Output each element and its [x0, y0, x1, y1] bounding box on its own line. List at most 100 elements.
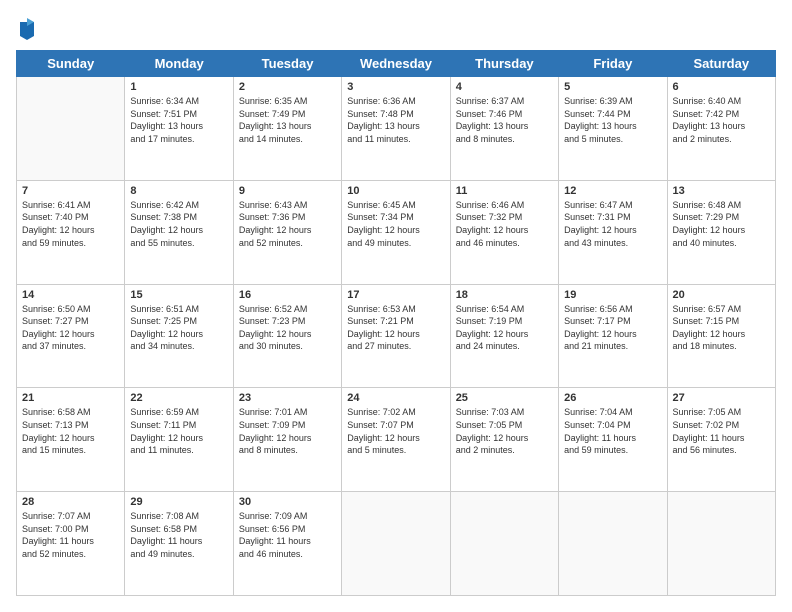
day-header-thursday: Thursday: [450, 51, 558, 77]
day-content: Sunrise: 6:35 AMSunset: 7:49 PMDaylight:…: [239, 95, 336, 145]
calendar-cell: 25 Sunrise: 7:03 AMSunset: 7:05 PMDayligh…: [450, 388, 558, 492]
calendar-cell: 23 Sunrise: 7:01 AMSunset: 7:09 PMDayligh…: [233, 388, 341, 492]
calendar-cell: 1 Sunrise: 6:34 AMSunset: 7:51 PMDaylight…: [125, 77, 233, 181]
day-content: Sunrise: 7:07 AMSunset: 7:00 PMDaylight:…: [22, 510, 119, 560]
day-content: Sunrise: 6:46 AMSunset: 7:32 PMDaylight:…: [456, 199, 553, 249]
day-number: 18: [456, 289, 553, 301]
calendar-cell: 17 Sunrise: 6:53 AMSunset: 7:21 PMDayligh…: [342, 284, 450, 388]
calendar-cell: 27 Sunrise: 7:05 AMSunset: 7:02 PMDayligh…: [667, 388, 775, 492]
day-header-tuesday: Tuesday: [233, 51, 341, 77]
day-content: Sunrise: 7:05 AMSunset: 7:02 PMDaylight:…: [673, 406, 770, 456]
day-number: 29: [130, 496, 227, 508]
day-content: Sunrise: 7:08 AMSunset: 6:58 PMDaylight:…: [130, 510, 227, 560]
day-content: Sunrise: 7:01 AMSunset: 7:09 PMDaylight:…: [239, 406, 336, 456]
day-header-wednesday: Wednesday: [342, 51, 450, 77]
day-number: 27: [673, 392, 770, 404]
day-content: Sunrise: 7:02 AMSunset: 7:07 PMDaylight:…: [347, 406, 444, 456]
calendar-cell: [342, 492, 450, 596]
day-number: 6: [673, 81, 770, 93]
calendar-cell: 4Sunrise: 6:37 AMSunset: 7:46 PMDaylight…: [450, 77, 558, 181]
calendar-cell: 3Sunrise: 6:36 AMSunset: 7:48 PMDaylight…: [342, 77, 450, 181]
day-content: Sunrise: 6:47 AMSunset: 7:31 PMDaylight:…: [564, 199, 661, 249]
calendar-cell: 15Sunrise: 6:51 AMSunset: 7:25 PMDayligh…: [125, 284, 233, 388]
day-number: 8: [130, 185, 227, 197]
header: [16, 16, 776, 40]
calendar-cell: 10 Sunrise: 6:45 AMSunset: 7:34 PMDayligh…: [342, 180, 450, 284]
day-number: 1: [130, 81, 227, 93]
day-content: Sunrise: 6:59 AMSunset: 7:11 PMDaylight:…: [130, 406, 227, 456]
calendar-cell: 11 Sunrise: 6:46 AMSunset: 7:32 PMDayligh…: [450, 180, 558, 284]
calendar-cell: 29 Sunrise: 7:08 AMSunset: 6:58 PMDayligh…: [125, 492, 233, 596]
calendar-cell: [17, 77, 125, 181]
day-number: 13: [673, 185, 770, 197]
day-content: Sunrise: 6:48 AMSunset: 7:29 PMDaylight:…: [673, 199, 770, 249]
logo-icon: [18, 18, 36, 40]
calendar-cell: 20Sunrise: 6:57 AMSunset: 7:15 PMDayligh…: [667, 284, 775, 388]
calendar-cell: 26 Sunrise: 7:04 AMSunset: 7:04 PMDayligh…: [559, 388, 667, 492]
calendar-cell: [559, 492, 667, 596]
day-number: 9: [239, 185, 336, 197]
day-content: Sunrise: 6:39 AMSunset: 7:44 PMDaylight:…: [564, 95, 661, 145]
day-header-sunday: Sunday: [17, 51, 125, 77]
day-content: Sunrise: 6:54 AMSunset: 7:19 PMDaylight:…: [456, 303, 553, 353]
calendar-cell: 19Sunrise: 6:56 AMSunset: 7:17 PMDayligh…: [559, 284, 667, 388]
calendar-cell: 6 Sunrise: 6:40 AMSunset: 7:42 PMDaylight…: [667, 77, 775, 181]
calendar-cell: 21 Sunrise: 6:58 AMSunset: 7:13 PMDayligh…: [17, 388, 125, 492]
calendar-week-4: 21 Sunrise: 6:58 AMSunset: 7:13 PMDayligh…: [17, 388, 776, 492]
calendar-week-3: 14 Sunrise: 6:50 AMSunset: 7:27 PMDayligh…: [17, 284, 776, 388]
calendar-cell: [450, 492, 558, 596]
day-content: Sunrise: 7:04 AMSunset: 7:04 PMDaylight:…: [564, 406, 661, 456]
calendar-cell: 16Sunrise: 6:52 AMSunset: 7:23 PMDayligh…: [233, 284, 341, 388]
day-number: 19: [564, 289, 661, 301]
calendar-cell: [667, 492, 775, 596]
day-number: 4: [456, 81, 553, 93]
day-number: 30: [239, 496, 336, 508]
day-content: Sunrise: 6:42 AMSunset: 7:38 PMDaylight:…: [130, 199, 227, 249]
day-content: Sunrise: 6:36 AMSunset: 7:48 PMDaylight:…: [347, 95, 444, 145]
calendar-cell: 5 Sunrise: 6:39 AMSunset: 7:44 PMDaylight…: [559, 77, 667, 181]
day-content: Sunrise: 6:41 AMSunset: 7:40 PMDaylight:…: [22, 199, 119, 249]
calendar-cell: 22Sunrise: 6:59 AMSunset: 7:11 PMDayligh…: [125, 388, 233, 492]
day-header-saturday: Saturday: [667, 51, 775, 77]
day-content: Sunrise: 6:58 AMSunset: 7:13 PMDaylight:…: [22, 406, 119, 456]
calendar-cell: 30 Sunrise: 7:09 AMSunset: 6:56 PMDayligh…: [233, 492, 341, 596]
calendar-cell: 2 Sunrise: 6:35 AMSunset: 7:49 PMDaylight…: [233, 77, 341, 181]
day-content: Sunrise: 6:50 AMSunset: 7:27 PMDaylight:…: [22, 303, 119, 353]
calendar-week-5: 28 Sunrise: 7:07 AMSunset: 7:00 PMDayligh…: [17, 492, 776, 596]
page: SundayMondayTuesdayWednesdayThursdayFrid…: [0, 0, 792, 612]
day-number: 14: [22, 289, 119, 301]
day-number: 12: [564, 185, 661, 197]
calendar-cell: 8 Sunrise: 6:42 AMSunset: 7:38 PMDaylight…: [125, 180, 233, 284]
calendar-cell: 18 Sunrise: 6:54 AMSunset: 7:19 PMDayligh…: [450, 284, 558, 388]
day-content: Sunrise: 6:45 AMSunset: 7:34 PMDaylight:…: [347, 199, 444, 249]
calendar-week-1: 1 Sunrise: 6:34 AMSunset: 7:51 PMDaylight…: [17, 77, 776, 181]
day-number: 26: [564, 392, 661, 404]
day-content: Sunrise: 7:09 AMSunset: 6:56 PMDaylight:…: [239, 510, 336, 560]
day-number: 21: [22, 392, 119, 404]
day-number: 25: [456, 392, 553, 404]
day-number: 7: [22, 185, 119, 197]
day-number: 16: [239, 289, 336, 301]
calendar-cell: 9 Sunrise: 6:43 AMSunset: 7:36 PMDaylight…: [233, 180, 341, 284]
calendar-table: SundayMondayTuesdayWednesdayThursdayFrid…: [16, 50, 776, 596]
day-number: 10: [347, 185, 444, 197]
day-content: Sunrise: 6:53 AMSunset: 7:21 PMDaylight:…: [347, 303, 444, 353]
calendar-cell: 13 Sunrise: 6:48 AMSunset: 7:29 PMDayligh…: [667, 180, 775, 284]
day-number: 11: [456, 185, 553, 197]
day-content: Sunrise: 6:43 AMSunset: 7:36 PMDaylight:…: [239, 199, 336, 249]
day-content: Sunrise: 6:57 AMSunset: 7:15 PMDaylight:…: [673, 303, 770, 353]
day-content: Sunrise: 6:34 AMSunset: 7:51 PMDaylight:…: [130, 95, 227, 145]
day-content: Sunrise: 6:40 AMSunset: 7:42 PMDaylight:…: [673, 95, 770, 145]
day-content: Sunrise: 6:51 AMSunset: 7:25 PMDaylight:…: [130, 303, 227, 353]
day-number: 5: [564, 81, 661, 93]
day-number: 23: [239, 392, 336, 404]
calendar-week-2: 7 Sunrise: 6:41 AMSunset: 7:40 PMDaylight…: [17, 180, 776, 284]
day-number: 2: [239, 81, 336, 93]
day-number: 28: [22, 496, 119, 508]
day-header-monday: Monday: [125, 51, 233, 77]
calendar-header-row: SundayMondayTuesdayWednesdayThursdayFrid…: [17, 51, 776, 77]
day-content: Sunrise: 7:03 AMSunset: 7:05 PMDaylight:…: [456, 406, 553, 456]
calendar-cell: 28 Sunrise: 7:07 AMSunset: 7:00 PMDayligh…: [17, 492, 125, 596]
day-number: 24: [347, 392, 444, 404]
day-number: 17: [347, 289, 444, 301]
